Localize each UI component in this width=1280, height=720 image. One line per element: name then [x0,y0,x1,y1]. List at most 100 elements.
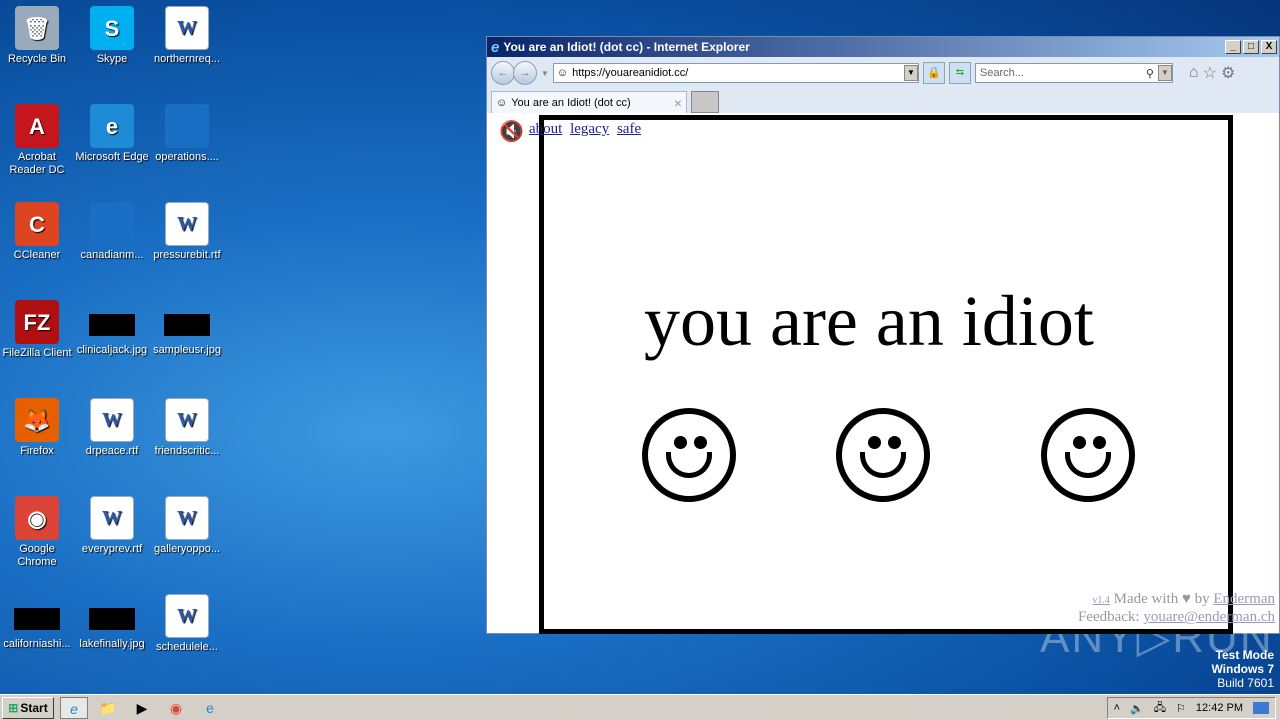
start-label: Start [20,700,48,715]
desktop-icon[interactable]: C CCleaner [0,202,74,262]
file-icon: W [90,496,134,540]
url-text: https://youareanidiot.cc/ [572,67,689,79]
show-desktop-icon[interactable] [1253,702,1269,714]
link-legacy[interactable]: legacy [570,121,609,137]
address-bar[interactable]: ☺ https://youareanidiot.cc/ ▼ [552,63,919,83]
taskbar-media-player-icon[interactable]: ▶ [128,697,156,719]
page-content: 🔇 about legacy safe you are an idiot v1.… [487,113,1279,634]
taskbar: ⊞ Start e 📁 ▶ ◉ e ˄ 🔈 🖧 ⚐ 12:42 PM [0,694,1280,720]
file-icon: W [165,398,209,442]
search-icon[interactable]: ⚲ [1146,67,1154,80]
desktop-icon-label: Acrobat Reader DC [9,151,65,176]
desktop-icon-label: FileZilla Client [2,347,72,359]
file-icon: W [165,496,209,540]
close-button[interactable]: X [1261,40,1277,54]
desktop-icon-label: northernreq... [153,53,221,65]
action-center-flag-icon[interactable]: ⚐ [1176,702,1186,715]
version-link[interactable]: v1.4 [1092,595,1110,606]
by-text: by [1194,591,1210,607]
new-tab-button[interactable] [691,91,719,113]
tab-youareanidiot[interactable]: ☺ You are an Idiot! (dot cc) × [491,91,687,113]
test-mode-watermark: Test Mode Windows 7 Build 7601 [1211,648,1274,690]
search-input[interactable]: Search... ⚲ ▼ [974,63,1173,83]
refresh-button[interactable]: ⇆ [948,62,971,84]
file-icon: C [15,202,59,246]
desktop-icon[interactable]: canadianm... [75,202,149,262]
smiley-icon [836,408,930,502]
maximize-button[interactable]: □ [1243,40,1259,54]
file-icon: W [90,398,134,442]
author-link[interactable]: Enderman [1213,591,1275,607]
desktop-icon-label: friendscritic... [154,445,220,457]
file-icon [165,104,209,148]
os-text: Windows 7 [1211,662,1274,676]
desktop-icon[interactable]: californiashi... [0,594,74,651]
taskbar-explorer-icon[interactable]: 📁 [94,697,122,719]
desktop-icon[interactable]: Wnorthernreq... [150,6,224,66]
settings-gear-icon[interactable]: ⚙ [1221,63,1235,83]
network-icon[interactable]: 🖧 [1154,699,1166,718]
taskbar-chrome-icon[interactable]: ◉ [162,697,190,719]
email-link[interactable]: youare@enderman.ch [1143,609,1275,625]
minimize-button[interactable]: _ [1225,40,1241,54]
desktop-icon[interactable]: ◉ Google Chrome [0,496,74,569]
file-icon [14,608,60,630]
search-dropdown-button[interactable]: ▼ [1157,65,1172,81]
tab-favicon-icon: ☺ [496,96,508,109]
build-text: Build 7601 [1217,676,1274,690]
desktop-icon[interactable]: clinicaljack.jpg [75,300,149,357]
favorites-icon[interactable]: ☆ [1203,63,1217,83]
page-footer: v1.4 Made with ♥ by Enderman Feedback: y… [1078,591,1275,626]
desktop-icon[interactable]: 🗑 Recycle Bin [0,6,74,66]
desktop-icon[interactable]: lakefinally.jpg [75,594,149,651]
ie-window: e You are an Idiot! (dot cc) - Internet … [486,36,1280,634]
desktop-icon[interactable]: 🦊 Firefox [0,398,74,458]
clock[interactable]: 12:42 PM [1196,702,1243,714]
desktop-icon-label: canadianm... [80,249,144,261]
file-icon: W [165,6,209,50]
made-with-text: Made with [1113,591,1179,607]
desktop-icon[interactable]: e Microsoft Edge [75,104,149,164]
file-icon: W [165,202,209,246]
heart-icon: ♥ [1181,591,1191,607]
file-icon [89,608,135,630]
taskbar-edge-icon[interactable]: e [196,697,224,719]
desktop-icon[interactable]: FZ FileZilla Client [0,300,74,360]
feedback-label: Feedback: [1077,609,1140,625]
history-dropdown-icon[interactable]: ▼ [541,69,549,78]
desktop-icon[interactable]: Wfriendscritic... [150,398,224,458]
home-icon[interactable]: ⌂ [1189,64,1199,82]
file-icon [164,314,210,336]
desktop-icon-label: Google Chrome [17,543,57,568]
lock-icon[interactable]: 🔒 [922,62,945,84]
tab-label: You are an Idiot! (dot cc) [511,96,631,109]
desktop-icon[interactable]: Weveryprev.rtf [75,496,149,556]
desktop-icon[interactable]: Wdrpeace.rtf [75,398,149,458]
start-button[interactable]: ⊞ Start [2,696,54,719]
address-dropdown-button[interactable]: ▼ [903,65,918,81]
desktop-icon[interactable]: A Acrobat Reader DC [0,104,74,177]
title-bar[interactable]: e You are an Idiot! (dot cc) - Internet … [487,37,1279,57]
desktop-icon[interactable]: operations.... [150,104,224,164]
ie-logo-icon: e [491,38,500,56]
taskbar-ie-button[interactable]: e [60,696,88,719]
link-about[interactable]: about [529,121,562,137]
file-icon: 🗑 [15,6,59,50]
desktop-icon-label: Skype [96,53,128,65]
muted-speaker-icon[interactable]: 🔇 [499,119,524,144]
desktop-icon-label: drpeace.rtf [85,445,139,457]
desktop-icon[interactable]: Wpressurebit.rtf [150,202,224,262]
volume-icon[interactable]: 🔈 [1130,702,1144,715]
desktop-icon[interactable]: S Skype [75,6,149,66]
back-button[interactable]: ← [491,61,515,85]
link-safe[interactable]: safe [617,121,641,137]
desktop-icon[interactable]: sampleusr.jpg [150,300,224,357]
forward-button[interactable]: → [513,61,537,85]
desktop-icon-label: galleryoppo... [153,543,221,555]
desktop-icon[interactable]: Wgalleryoppo... [150,496,224,556]
file-icon: 🦊 [15,398,59,442]
system-tray: ˄ 🔈 🖧 ⚐ 12:42 PM [1106,697,1276,719]
tab-close-icon[interactable]: × [674,95,682,111]
desktop-icon[interactable]: Wschedulele... [150,594,224,654]
show-hidden-icons-icon[interactable]: ˄ [1114,702,1120,714]
